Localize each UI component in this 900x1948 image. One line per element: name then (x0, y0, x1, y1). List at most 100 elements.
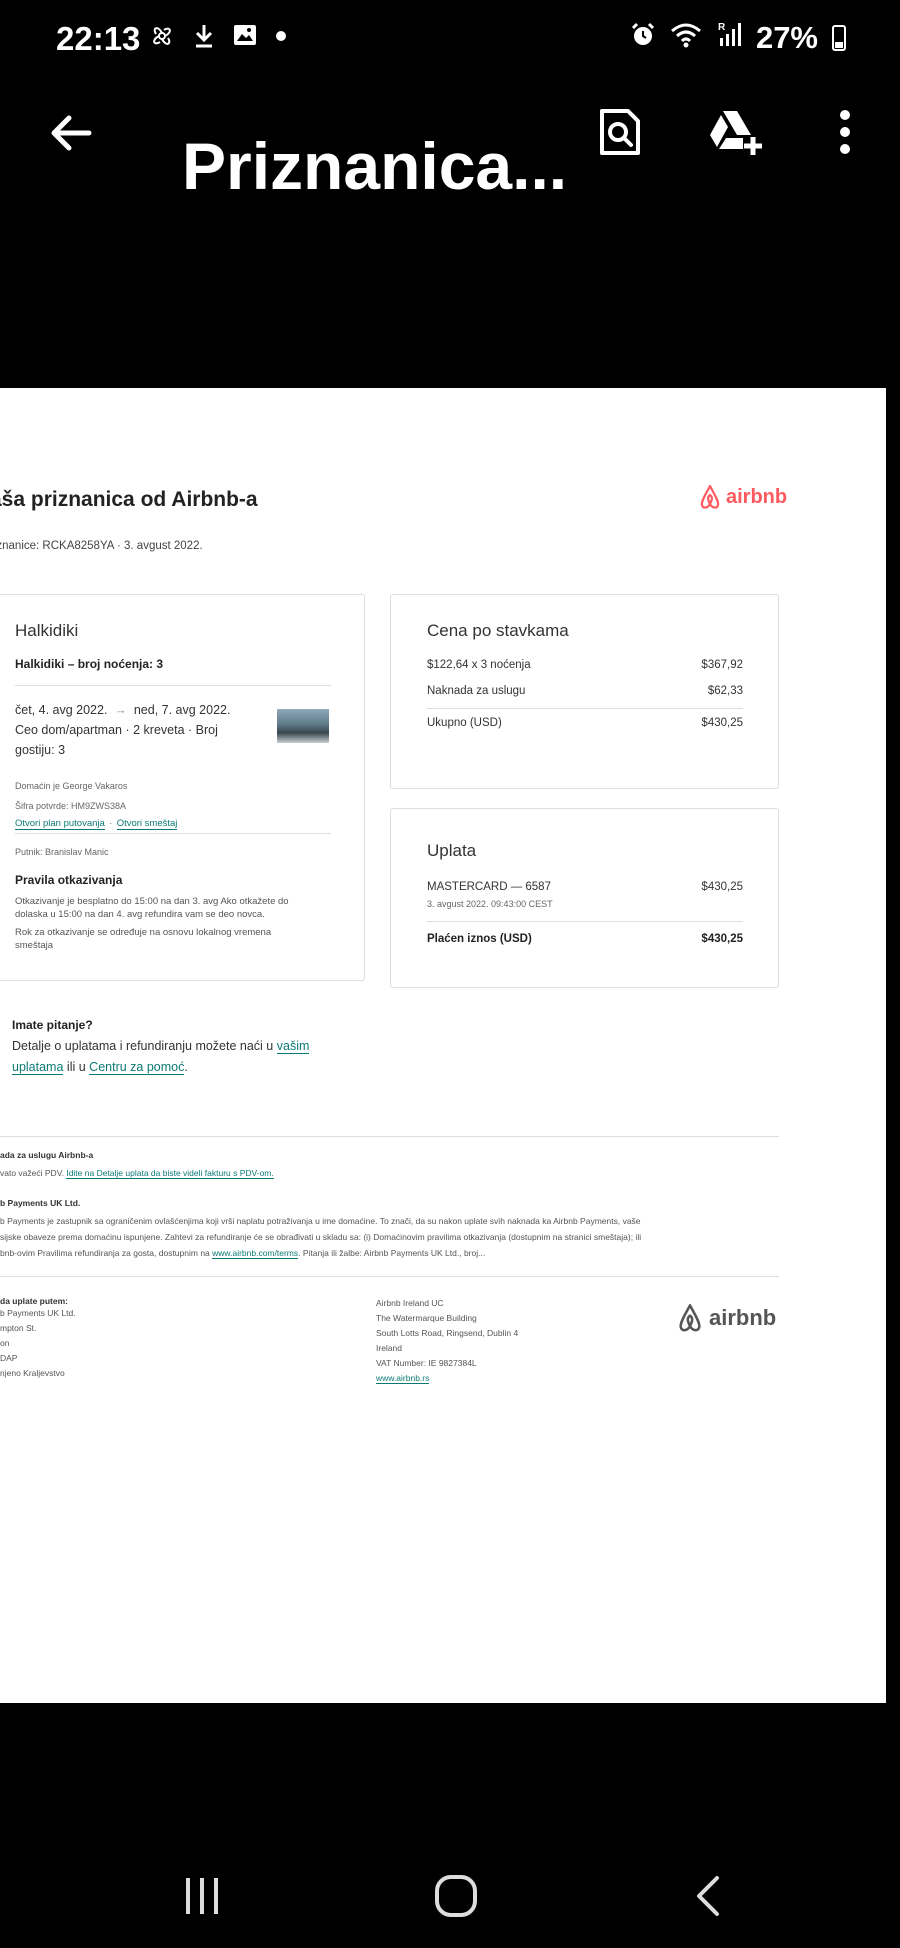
receipt-number-date: riznanice: RCKA8258YA · 3. avgust 2022. (0, 540, 203, 552)
price-total-row: Ukupno (USD) $430,25 (427, 717, 743, 729)
price-breakdown-card: Cena po stavkama $122,64 x 3 noćenja $36… (390, 594, 779, 789)
dot-icon (274, 22, 288, 57)
svg-text:R: R (718, 22, 726, 33)
signal-icon: R (716, 20, 742, 56)
airbnb-rs-link[interactable]: www.airbnb.rs (376, 1373, 430, 1384)
payment-method-row: MASTERCARD — 6587 $430,25 (427, 881, 743, 893)
image-icon (232, 22, 258, 57)
airbnb-terms-link[interactable]: www.airbnb.com/terms (212, 1248, 299, 1259)
link-separator: · (109, 818, 113, 828)
footer-left-column: da uplate putem: b Payments UK Ltd. mpto… (0, 1296, 76, 1381)
more-options-button[interactable] (815, 102, 875, 162)
price-row-value: $62,33 (707, 685, 743, 697)
airbnb-logo-icon (679, 1304, 701, 1332)
wifi-icon (670, 20, 702, 56)
price-heading: Cena po stavkama (427, 621, 569, 640)
airbnb-logo: airbnb (698, 484, 787, 510)
search-in-document-button[interactable] (590, 102, 650, 162)
cancellation-heading: Pravila otkazivanja (15, 873, 123, 887)
battery-percent: 27% (755, 20, 818, 55)
status-notification-icons (148, 22, 288, 57)
arrow-back-icon (51, 115, 92, 151)
your-payments-link-part1[interactable]: vašim (277, 1039, 310, 1053)
payment-card: Uplata MASTERCARD — 6587 $430,25 3. avgu… (390, 808, 779, 988)
status-bar: 22:13 R 27% (0, 0, 900, 80)
footer-middle-column: Airbnb Ireland UC The Watermarque Buildi… (376, 1296, 518, 1386)
back-button[interactable] (44, 106, 98, 160)
home-icon (435, 1875, 477, 1917)
traveler-name: Putnik: Branislav Manic (15, 847, 109, 857)
payments-uk-line3a: bnb-ovim Pravilima refundiranja za gosta… (0, 1248, 210, 1258)
price-total-label: Ukupno (USD) (427, 717, 502, 729)
footer-mid-line: South Lotts Road, Ringsend, Dublin 4 (376, 1328, 519, 1338)
booking-place: Halkidiki (15, 621, 79, 640)
more-vert-icon (840, 110, 850, 154)
your-payments-link-part2[interactable]: uplatama (12, 1060, 63, 1074)
question-text-a: Detalje o uplatama i refundiranju možete… (12, 1039, 274, 1053)
service-fee-text-body: vato važeći PDV. (0, 1168, 64, 1178)
service-fee-heading: ada za uslugu Airbnb-a (0, 1150, 94, 1160)
cancellation-text-1b: dolaska u 15:00 na dan 4. avg refundira … (15, 909, 265, 920)
back-nav-button[interactable] (678, 1868, 738, 1924)
payment-method: MASTERCARD — 6587 (427, 881, 551, 893)
paid-amount-label: Plaćen iznos (USD) (427, 933, 532, 945)
price-row-value: $367,92 (701, 659, 743, 671)
paid-amount-row: Plaćen iznos (USD) $430,25 (427, 933, 743, 945)
cancellation-text-2a: Rok za otkazivanje se određuje na osnovu… (15, 927, 272, 938)
check-in-date: čet, 4. avg 2022. (15, 703, 108, 717)
battery-icon (832, 25, 846, 51)
airbnb-wordmark: airbnb (726, 485, 788, 508)
booking-details-line2: gostiju: 3 (15, 743, 66, 757)
drive-add-icon (710, 111, 762, 155)
airbnb-logo-icon (700, 484, 720, 509)
payments-uk-line3b: . Pitanja ili žalbe: Airbnb Payments UK … (298, 1248, 486, 1258)
chevron-left-icon (697, 1876, 719, 1916)
booking-card: Halkidiki Halkidiki – broj noćenja: 3 če… (0, 594, 365, 981)
footer-left-line: DAP (0, 1353, 18, 1363)
payment-method-value: $430,25 (701, 881, 743, 893)
booking-links: Otvori plan putovanja · Otvori smeštaj (15, 813, 178, 831)
check-out-date: ned, 7. avg 2022. (133, 703, 231, 717)
footer-mid-line: The Watermarque Building (376, 1313, 477, 1323)
footer-mid-line: VAT Number: IE 9827384L (376, 1358, 477, 1368)
booking-nights: Halkidiki – broj noćenja: 3 (15, 657, 164, 671)
save-to-drive-button[interactable] (706, 102, 766, 162)
divider (0, 1136, 779, 1137)
footer-left-line: on (0, 1338, 10, 1348)
help-center-link[interactable]: Centru za pomoć (89, 1060, 185, 1075)
question-title: Imate pitanje? (12, 1018, 93, 1032)
payment-heading: Uplata (427, 841, 477, 860)
footer-left-line: mpton St. (0, 1323, 37, 1333)
vat-invoice-link[interactable]: Idite na Detalje uplata da biste videli … (66, 1168, 274, 1179)
fan-icon (148, 22, 176, 57)
home-button[interactable] (426, 1868, 486, 1924)
status-time: 22:13 (56, 20, 141, 57)
open-itinerary-link[interactable]: Otvori plan putovanja (15, 818, 105, 830)
price-row-label: $122,64 x 3 noćenja (427, 659, 531, 671)
footer-left-line: njeno Kraljevstvo (0, 1368, 65, 1378)
price-row: Naknada za uslugu $62,33 (427, 685, 743, 697)
cancellation-text-1a: Otkazivanje je besplatno do 15:00 na dan… (15, 896, 289, 907)
payments-uk-line2: sijske obaveze prema domaćinu ispunjene.… (0, 1232, 642, 1242)
alarm-icon (630, 20, 656, 56)
arrow-right-icon: → (110, 703, 131, 717)
listing-thumbnail (277, 709, 329, 743)
payments-uk-heading: b Payments UK Ltd. (0, 1198, 81, 1208)
footer-mid-line: Airbnb Ireland UC (376, 1298, 444, 1308)
footer-left-line: b Payments UK Ltd. (0, 1308, 76, 1318)
question-text: Detalje o uplatama i refundiranju možete… (12, 1036, 312, 1078)
paid-amount-value: $430,25 (701, 933, 743, 945)
booking-dates: čet, 4. avg 2022. → ned, 7. avg 2022. (15, 701, 230, 720)
service-fee-text: vato važeći PDV. Idite na Detalje uplata… (0, 1166, 274, 1181)
payment-date: 3. avgust 2022. 09:43:00 CEST (427, 899, 553, 909)
status-system-icons: R 27% (630, 20, 846, 56)
host-name: Domaćin je George Vakaros (15, 781, 128, 791)
open-listing-link[interactable]: Otvori smeštaj (116, 818, 178, 830)
payments-uk-line1: b Payments je zastupnik sa ograničenim o… (0, 1216, 641, 1226)
recent-apps-button[interactable] (172, 1868, 232, 1924)
divider (0, 1276, 779, 1277)
download-icon (192, 22, 216, 57)
price-row: $122,64 x 3 noćenja $367,92 (427, 659, 743, 671)
document-page[interactable]: aša priznanica od Airbnb-a riznanice: RC… (0, 388, 886, 1703)
receipt-title: aša priznanica od Airbnb-a (0, 488, 258, 511)
